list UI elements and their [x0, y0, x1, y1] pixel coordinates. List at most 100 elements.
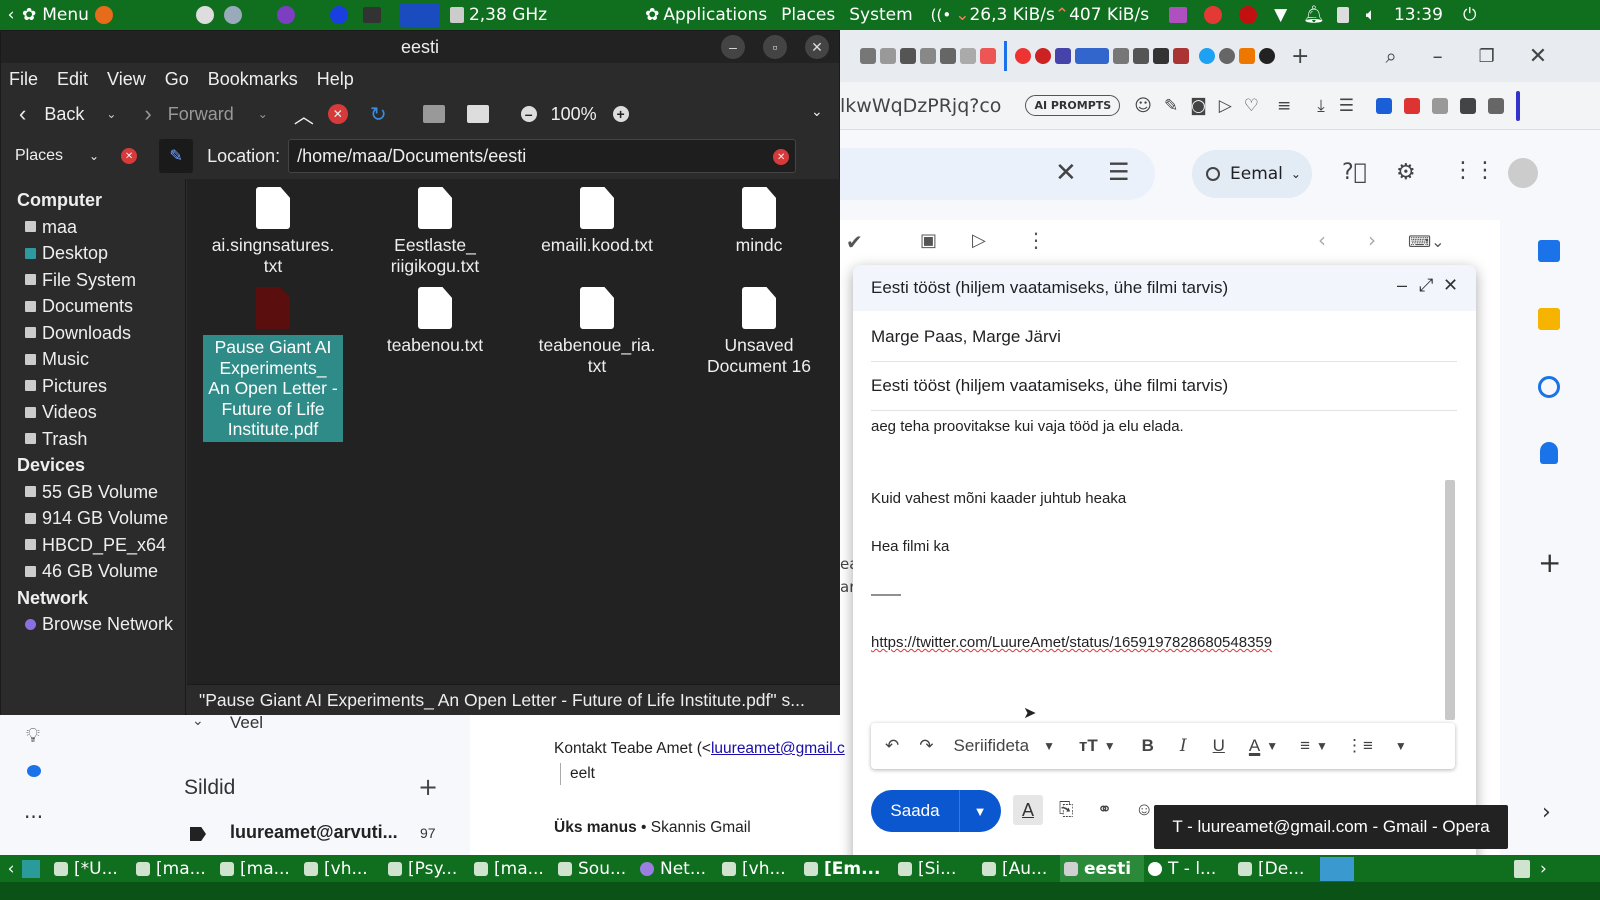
text-color-icon[interactable]: A: [1249, 736, 1260, 756]
gmail-search-box[interactable]: ✕ ☰: [840, 148, 1155, 200]
tab-favicon[interactable]: [1055, 48, 1071, 64]
clock[interactable]: 13:39: [1394, 0, 1443, 30]
clear-search-icon[interactable]: ✕: [1055, 158, 1077, 188]
sidebar-item-desktop[interactable]: Desktop: [25, 240, 185, 267]
insert-link-icon[interactable]: ⚭: [1097, 799, 1112, 820]
volume-icon[interactable]: 🔈︎: [1366, 0, 1376, 30]
apps-grid-icon[interactable]: ⋮⋮: [1452, 158, 1496, 183]
fm-titlebar[interactable]: eesti – ▫ ✕: [1, 31, 839, 63]
tab-favicon[interactable]: [1015, 48, 1031, 64]
location-input[interactable]: /home/maa/Documents/eesti ✕: [288, 139, 797, 173]
notification-bell-icon[interactable]: 🔔︎: [1303, 0, 1325, 30]
toolbar-overflow-icon[interactable]: ⌄: [811, 103, 823, 120]
add-addon-icon[interactable]: +: [1538, 546, 1561, 579]
compose-scrollbar[interactable]: [1445, 480, 1455, 720]
taskbar-item[interactable]: [ma...: [470, 855, 554, 882]
tab-favicon[interactable]: [1199, 48, 1215, 64]
schedule-send-icon[interactable]: ▼: [960, 804, 1000, 819]
expand-panel-icon[interactable]: ›: [1542, 800, 1551, 825]
menu-button[interactable]: ✿ Menu: [22, 0, 89, 30]
font-select[interactable]: Seriifideta: [954, 736, 1030, 756]
menu-file[interactable]: File: [9, 69, 38, 90]
tab-favicon[interactable]: [1153, 48, 1169, 64]
menu-go[interactable]: Go: [165, 69, 189, 90]
file-item[interactable]: Eestlaste_ riigikogu.txt: [365, 179, 505, 276]
download-icon[interactable]: ⤓: [1317, 96, 1325, 116]
sidebar-item-volume[interactable]: 914 GB Volume: [25, 505, 185, 532]
taskbar-item[interactable]: [Au...: [978, 855, 1060, 882]
places-label[interactable]: Places: [15, 147, 63, 165]
applications-menu[interactable]: ✿ Applications: [645, 0, 767, 30]
places-menu[interactable]: Places: [781, 0, 835, 30]
sidebar-item-pictures[interactable]: Pictures: [25, 373, 185, 400]
more-apps-icon[interactable]: ···: [24, 805, 43, 829]
file-item[interactable]: teabenoue_ria. txt: [527, 279, 667, 376]
extension-icon[interactable]: [1460, 97, 1477, 114]
tray-chrome-icon[interactable]: [1204, 6, 1223, 24]
archive-icon[interactable]: ▣: [920, 230, 937, 251]
new-tab-plus-icon[interactable]: +: [1291, 44, 1309, 69]
chevron-down-icon[interactable]: ▼: [1043, 739, 1055, 753]
body-line[interactable]: aeg teha proovitakse kui vaja tööd ja el…: [871, 418, 1184, 435]
clear-location-icon[interactable]: ✕: [773, 149, 790, 165]
tab-favicon[interactable]: [1035, 48, 1051, 64]
tab-favicon[interactable]: [920, 48, 936, 64]
forward-button[interactable]: › Forward: [144, 101, 233, 127]
edit-icon[interactable]: ✎: [1164, 96, 1178, 116]
file-item[interactable]: mindc: [689, 179, 829, 256]
taskbar-item[interactable]: [Psy...: [384, 855, 470, 882]
places-dropdown-icon[interactable]: ⌄: [89, 149, 99, 163]
taskbar-item[interactable]: [ma...: [132, 855, 216, 882]
tab-favicon[interactable]: [1133, 48, 1149, 64]
tab-favicon[interactable]: [1259, 48, 1275, 64]
send-icon[interactable]: ▷: [1219, 96, 1232, 116]
tasks-icon[interactable]: [1538, 376, 1560, 398]
align-icon[interactable]: ≡: [1300, 736, 1310, 756]
tab-favicon[interactable]: [1173, 48, 1189, 64]
sidebar-item-volume[interactable]: HBCD_PE_x64: [25, 532, 185, 559]
tor-icon[interactable]: [276, 6, 295, 24]
back-button[interactable]: ‹ Back: [19, 101, 84, 127]
home-icon[interactable]: [422, 105, 445, 123]
avatar[interactable]: [1508, 158, 1538, 188]
chevron-down-icon[interactable]: ▼: [1266, 739, 1278, 753]
keep-icon[interactable]: [1538, 308, 1560, 330]
extension-icon[interactable]: [1432, 97, 1449, 114]
tab-favicon[interactable]: [860, 48, 876, 64]
mark-done-icon[interactable]: ✔: [846, 230, 863, 254]
forward-history-icon[interactable]: ⌄: [258, 107, 268, 121]
more-formatting-icon[interactable]: ▼: [1395, 739, 1407, 753]
minimize-icon[interactable]: –: [1433, 44, 1443, 68]
tab-favicon[interactable]: [1239, 48, 1255, 64]
taskbar-item[interactable]: [Em...: [800, 855, 894, 882]
computer-icon[interactable]: [466, 105, 489, 123]
chevron-down-icon[interactable]: ⌄: [192, 713, 204, 729]
taskbar-item[interactable]: [*U...: [50, 855, 132, 882]
easy-setup-icon[interactable]: ☰: [1339, 96, 1354, 116]
close-icon[interactable]: ✕: [1529, 44, 1547, 69]
prev-icon[interactable]: ‹: [1318, 228, 1326, 252]
sidebar-item-browse-network[interactable]: Browse Network: [25, 611, 185, 638]
taskbar-item[interactable]: [ma...: [216, 855, 300, 882]
italic-icon[interactable]: I: [1180, 736, 1187, 756]
sidebar-item-downloads[interactable]: Downloads: [25, 320, 185, 347]
restore-icon[interactable]: ❐: [1479, 46, 1495, 67]
taskbar-item[interactable]: T - l...: [1144, 855, 1234, 882]
inkscape-icon[interactable]: [195, 6, 214, 24]
keyboard-icon[interactable]: ⌨⌄: [1408, 232, 1445, 251]
tab-favicon[interactable]: [960, 48, 976, 64]
sidebar-item-volume[interactable]: 55 GB Volume: [25, 479, 185, 506]
workspace-switcher[interactable]: [1320, 856, 1354, 881]
label-icon[interactable]: ▷: [972, 230, 986, 251]
attach-file-icon[interactable]: ⎘: [1059, 799, 1073, 820]
file-item[interactable]: ai.singnsatures. txt: [203, 179, 343, 276]
minimize-icon[interactable]: –: [1397, 275, 1407, 296]
settings-gear-icon[interactable]: ⚙: [1396, 160, 1416, 185]
taskbar-item[interactable]: [vh...: [300, 855, 384, 882]
label-item[interactable]: luureamet@arvuti...: [230, 822, 398, 843]
subject-field[interactable]: Eesti tööst (hiljem vaatamiseks, ühe fil…: [871, 376, 1457, 411]
settings-gears-icon[interactable]: [223, 6, 242, 24]
extension-icon[interactable]: [1488, 97, 1505, 114]
wifi-icon[interactable]: ▼: [1274, 0, 1287, 30]
more-labels-link[interactable]: Veel: [230, 713, 263, 733]
